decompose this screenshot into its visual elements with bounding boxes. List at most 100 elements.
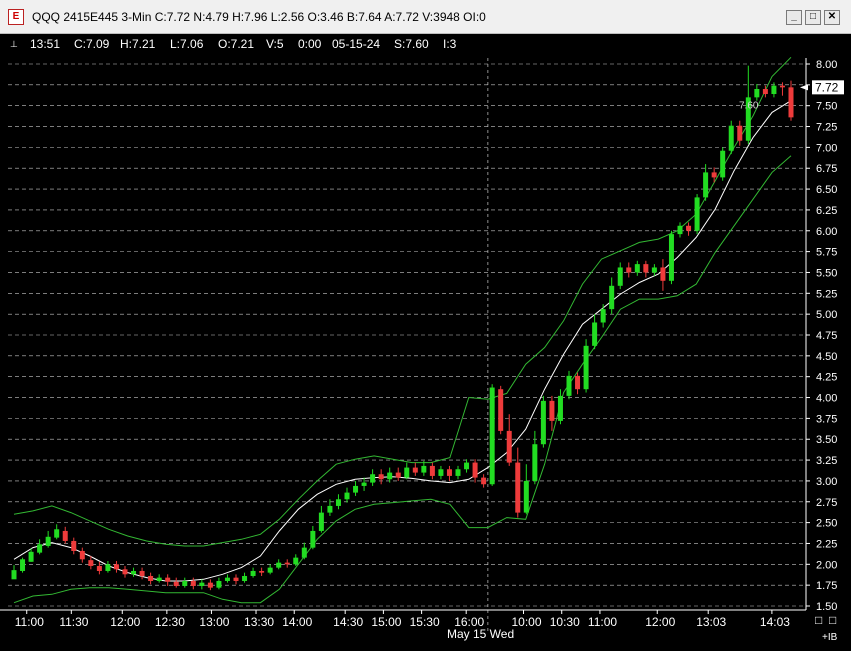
candle-down[interactable] xyxy=(779,85,785,88)
candle-down[interactable] xyxy=(711,172,717,178)
candle-up[interactable] xyxy=(523,480,529,513)
candle-down[interactable] xyxy=(626,267,632,273)
ib-label[interactable]: +IB xyxy=(822,632,838,643)
candle-down[interactable] xyxy=(395,472,401,478)
candle-down[interactable] xyxy=(88,560,94,566)
candle-up[interactable] xyxy=(540,400,546,445)
candle-down[interactable] xyxy=(506,430,512,463)
candle-up[interactable] xyxy=(156,577,162,581)
candle-down[interactable] xyxy=(737,125,743,141)
candle-down[interactable] xyxy=(515,462,521,513)
candle-up[interactable] xyxy=(532,444,538,481)
candle-down[interactable] xyxy=(686,225,692,231)
candle-up[interactable] xyxy=(677,225,683,235)
candle-up[interactable] xyxy=(728,125,734,151)
candle-down[interactable] xyxy=(62,530,68,541)
candle-up[interactable] xyxy=(651,267,657,273)
candle-up[interactable] xyxy=(489,387,495,485)
candle-up[interactable] xyxy=(318,512,324,531)
candle-up[interactable] xyxy=(438,469,444,476)
candle-up[interactable] xyxy=(703,172,709,198)
candle-up[interactable] xyxy=(11,570,17,580)
candle-up[interactable] xyxy=(353,485,359,493)
candle-up[interactable] xyxy=(592,322,598,346)
candle-up[interactable] xyxy=(609,285,615,310)
candle-up[interactable] xyxy=(199,582,205,586)
candle-up[interactable] xyxy=(557,395,563,421)
app-icon[interactable]: E xyxy=(8,9,24,25)
candle-up[interactable] xyxy=(455,469,461,476)
candle-up[interactable] xyxy=(250,570,256,576)
candle-down[interactable] xyxy=(233,577,239,581)
candle-down[interactable] xyxy=(788,87,794,118)
candle-down[interactable] xyxy=(660,267,666,281)
time-axis[interactable]: 11:00 11:30 12:00 12:30 13:00 13:30 14:00 14:30… xyxy=(0,609,806,629)
candle-up[interactable] xyxy=(28,551,34,562)
layout-box-icon[interactable]: □ xyxy=(829,613,836,627)
candle-up[interactable] xyxy=(131,570,137,575)
candle-down[interactable] xyxy=(472,462,478,478)
candle-up[interactable] xyxy=(404,467,410,478)
candle-up[interactable] xyxy=(464,462,470,470)
candle-up[interactable] xyxy=(327,505,333,513)
candle-down[interactable] xyxy=(165,577,171,582)
candle-up[interactable] xyxy=(20,559,26,571)
candle-up[interactable] xyxy=(754,89,760,98)
candle-down[interactable] xyxy=(259,570,265,573)
candle-up[interactable] xyxy=(344,492,350,500)
layout-box-icon[interactable]: □ xyxy=(815,613,822,627)
candle-down[interactable] xyxy=(446,469,452,476)
candle-down[interactable] xyxy=(173,581,179,586)
close-button[interactable]: ✕ xyxy=(824,10,840,25)
candle-up[interactable] xyxy=(421,465,427,473)
maximize-button[interactable]: □ xyxy=(805,10,821,25)
pin-icon[interactable]: ⊥ xyxy=(10,40,18,49)
candle-up[interactable] xyxy=(370,474,376,483)
candle-down[interactable] xyxy=(139,570,145,576)
candle-down[interactable] xyxy=(575,375,581,390)
candle-down[interactable] xyxy=(96,565,102,571)
candle-down[interactable] xyxy=(79,550,85,560)
candle-down[interactable] xyxy=(481,477,487,485)
candles[interactable] xyxy=(11,65,794,591)
candle-down[interactable] xyxy=(378,474,384,480)
candle-down[interactable] xyxy=(148,575,154,581)
candle-down[interactable] xyxy=(498,389,504,431)
candle-up[interactable] xyxy=(617,267,623,286)
candle-up[interactable] xyxy=(267,567,273,573)
candle-down[interactable] xyxy=(207,582,213,588)
candle-up[interactable] xyxy=(720,150,726,178)
candle-up[interactable] xyxy=(310,530,316,548)
candle-up[interactable] xyxy=(224,577,230,581)
candle-down[interactable] xyxy=(549,400,555,421)
candle-up[interactable] xyxy=(583,345,589,390)
candle-up[interactable] xyxy=(361,482,367,486)
candle-up[interactable] xyxy=(293,557,299,565)
candle-down[interactable] xyxy=(429,465,435,476)
candle-up[interactable] xyxy=(216,580,222,588)
price-axis[interactable]: 8.007.757.507.257.006.756.506.256.005.75… xyxy=(805,58,837,613)
candle-down[interactable] xyxy=(190,580,196,586)
candle-down[interactable] xyxy=(412,467,418,473)
candle-up[interactable] xyxy=(105,564,111,571)
candle-down[interactable] xyxy=(71,540,77,551)
candle-up[interactable] xyxy=(387,472,393,480)
candle-up[interactable] xyxy=(37,544,43,553)
candle-up[interactable] xyxy=(45,536,51,546)
candle-up[interactable] xyxy=(301,547,307,558)
candle-up[interactable] xyxy=(566,375,572,396)
price-chart[interactable]: 8.007.757.507.257.006.756.506.256.005.75… xyxy=(0,54,851,651)
candle-up[interactable] xyxy=(771,85,777,95)
minimize-button[interactable]: _ xyxy=(786,10,802,25)
candle-up[interactable] xyxy=(694,197,700,231)
candle-up[interactable] xyxy=(182,580,188,586)
candle-up[interactable] xyxy=(634,264,640,273)
candle-down[interactable] xyxy=(762,89,768,95)
candle-up[interactable] xyxy=(54,529,60,538)
candle-up[interactable] xyxy=(242,575,248,581)
candle-up[interactable] xyxy=(668,234,674,281)
candle-down[interactable] xyxy=(113,564,119,570)
candle-down[interactable] xyxy=(284,562,290,565)
candle-up[interactable] xyxy=(600,309,606,323)
candle-up[interactable] xyxy=(335,499,341,506)
